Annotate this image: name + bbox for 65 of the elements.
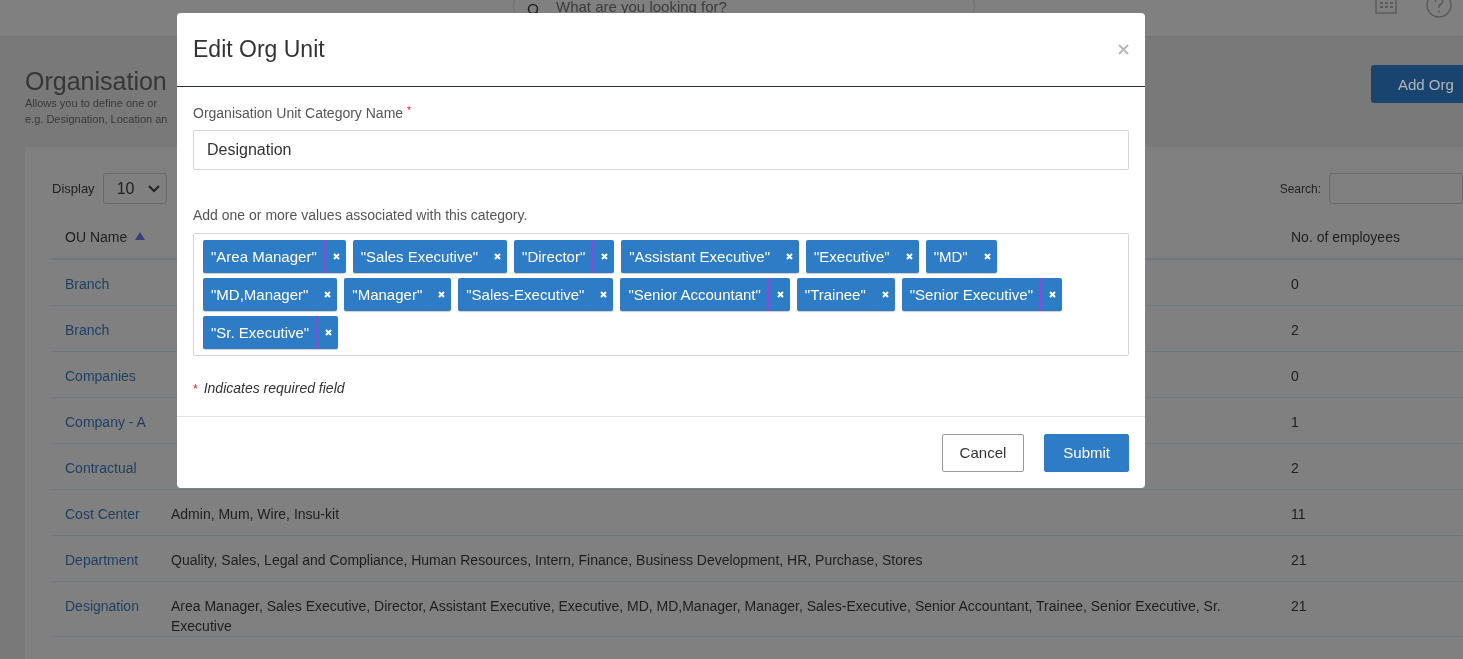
remove-icon[interactable] — [905, 253, 913, 260]
ou-name-link[interactable]: Department — [65, 549, 139, 570]
values-field[interactable]: "Area Manager" "Sales Executive" "Director" "Assistant Executive" "Executive" "MD" "MD,Manager" "Manager" "Sales-Executive" "Senior Accountant" "Trainee" "Senior Executive" "Sr. Executive" — [193, 233, 1129, 356]
page-title: Organisation — [25, 67, 168, 95]
remove-icon[interactable] — [785, 253, 793, 260]
table-cell: Admin, Mum, Wire, Insu-kit — [171, 505, 340, 522]
value-tag: "Senior Executive" — [901, 278, 1062, 311]
search-label: Search: — [1279, 181, 1321, 196]
add-org-unit-button[interactable]: Add Org — [1371, 65, 1463, 103]
value-tag: "Senior Accountant" — [620, 278, 790, 311]
table-cell: Area Manager, Sales Executive, Director, Assistant Executive, Executive, MD, MD,Manager, Manager, Sales-Executive, Senior Accountant, Trainee, Senior Executive, Sr. Executive — [171, 597, 1221, 634]
remove-icon[interactable] — [600, 291, 608, 298]
remove-icon[interactable] — [332, 253, 340, 260]
table-cell: 11 — [1291, 505, 1306, 522]
ou-name-link[interactable]: Cost Center — [65, 503, 140, 524]
page-description: e.g. Designation, Location an — [25, 112, 168, 127]
value-tag: "Assistant Executive" — [621, 240, 799, 273]
remove-icon[interactable] — [881, 291, 889, 298]
remove-icon[interactable] — [438, 291, 446, 298]
field-label: Organisation Unit Category Name — [193, 105, 404, 121]
table-cell: 2 — [1291, 459, 1299, 476]
chevron-icon — [147, 184, 160, 193]
page-description: Allows you to define one or — [25, 96, 159, 111]
category-name-field[interactable]: Designation — [193, 130, 1129, 170]
page-size-select[interactable]: 10 — [102, 173, 167, 204]
value-tag: "Area Manager" — [203, 240, 346, 273]
table-cell: 1 — [1291, 413, 1299, 430]
table-cell: 21 — [1291, 597, 1307, 614]
required-mark: * — [407, 105, 411, 116]
display-label: Display — [52, 181, 95, 196]
remove-icon[interactable] — [325, 329, 333, 336]
remove-icon[interactable] — [1049, 291, 1056, 298]
table-cell: 0 — [1291, 276, 1299, 292]
value-tag: "Executive" — [805, 240, 919, 273]
remove-icon[interactable] — [983, 253, 991, 260]
table-cell: 21 — [1291, 551, 1307, 568]
required-note: Indicates required field — [203, 380, 345, 396]
value-tag: "Director" — [514, 240, 615, 273]
value-tag: "Sr. Executive" — [203, 316, 339, 349]
remove-icon[interactable] — [494, 253, 502, 260]
ou-name-link[interactable]: Companies — [65, 365, 136, 386]
value-tag: "Sales-Executive" — [458, 278, 614, 311]
ou-name-link[interactable]: Branch — [65, 319, 110, 340]
value-tag: "MD" — [925, 240, 997, 273]
column-header[interactable]: No. of employees — [1291, 229, 1400, 245]
ou-name-link[interactable]: Designation — [65, 595, 139, 616]
remove-icon[interactable] — [776, 291, 784, 298]
ou-name-link[interactable]: Branch — [65, 274, 110, 294]
value-tag: "MD,Manager" — [203, 278, 338, 311]
submit-button[interactable]: Submit — [1044, 433, 1129, 472]
value-tag: "Sales Executive" — [352, 240, 508, 273]
required-mark: * — [193, 382, 198, 396]
column-header[interactable]: OU Name — [65, 229, 128, 245]
value-tag: "Manager" — [344, 278, 452, 311]
value-tag: "Trainee" — [796, 278, 895, 311]
table-cell: Quality, Sales, Legal and Compliance, Human Resources, Intern, Finance, Business Development, HR, Purchase, Stores — [171, 551, 923, 568]
cancel-button[interactable]: Cancel — [941, 433, 1025, 472]
table-cell: 2 — [1291, 321, 1299, 338]
table-cell: 0 — [1291, 367, 1299, 384]
values-label: Add one or more values associated with this category. — [193, 207, 529, 223]
ou-name-link[interactable]: Company - A — [65, 411, 146, 432]
modal-title: Edit Org Unit — [193, 36, 325, 63]
remove-icon[interactable] — [601, 253, 609, 260]
ou-name-link[interactable]: Contractual — [65, 457, 137, 478]
remove-icon[interactable] — [324, 291, 332, 298]
